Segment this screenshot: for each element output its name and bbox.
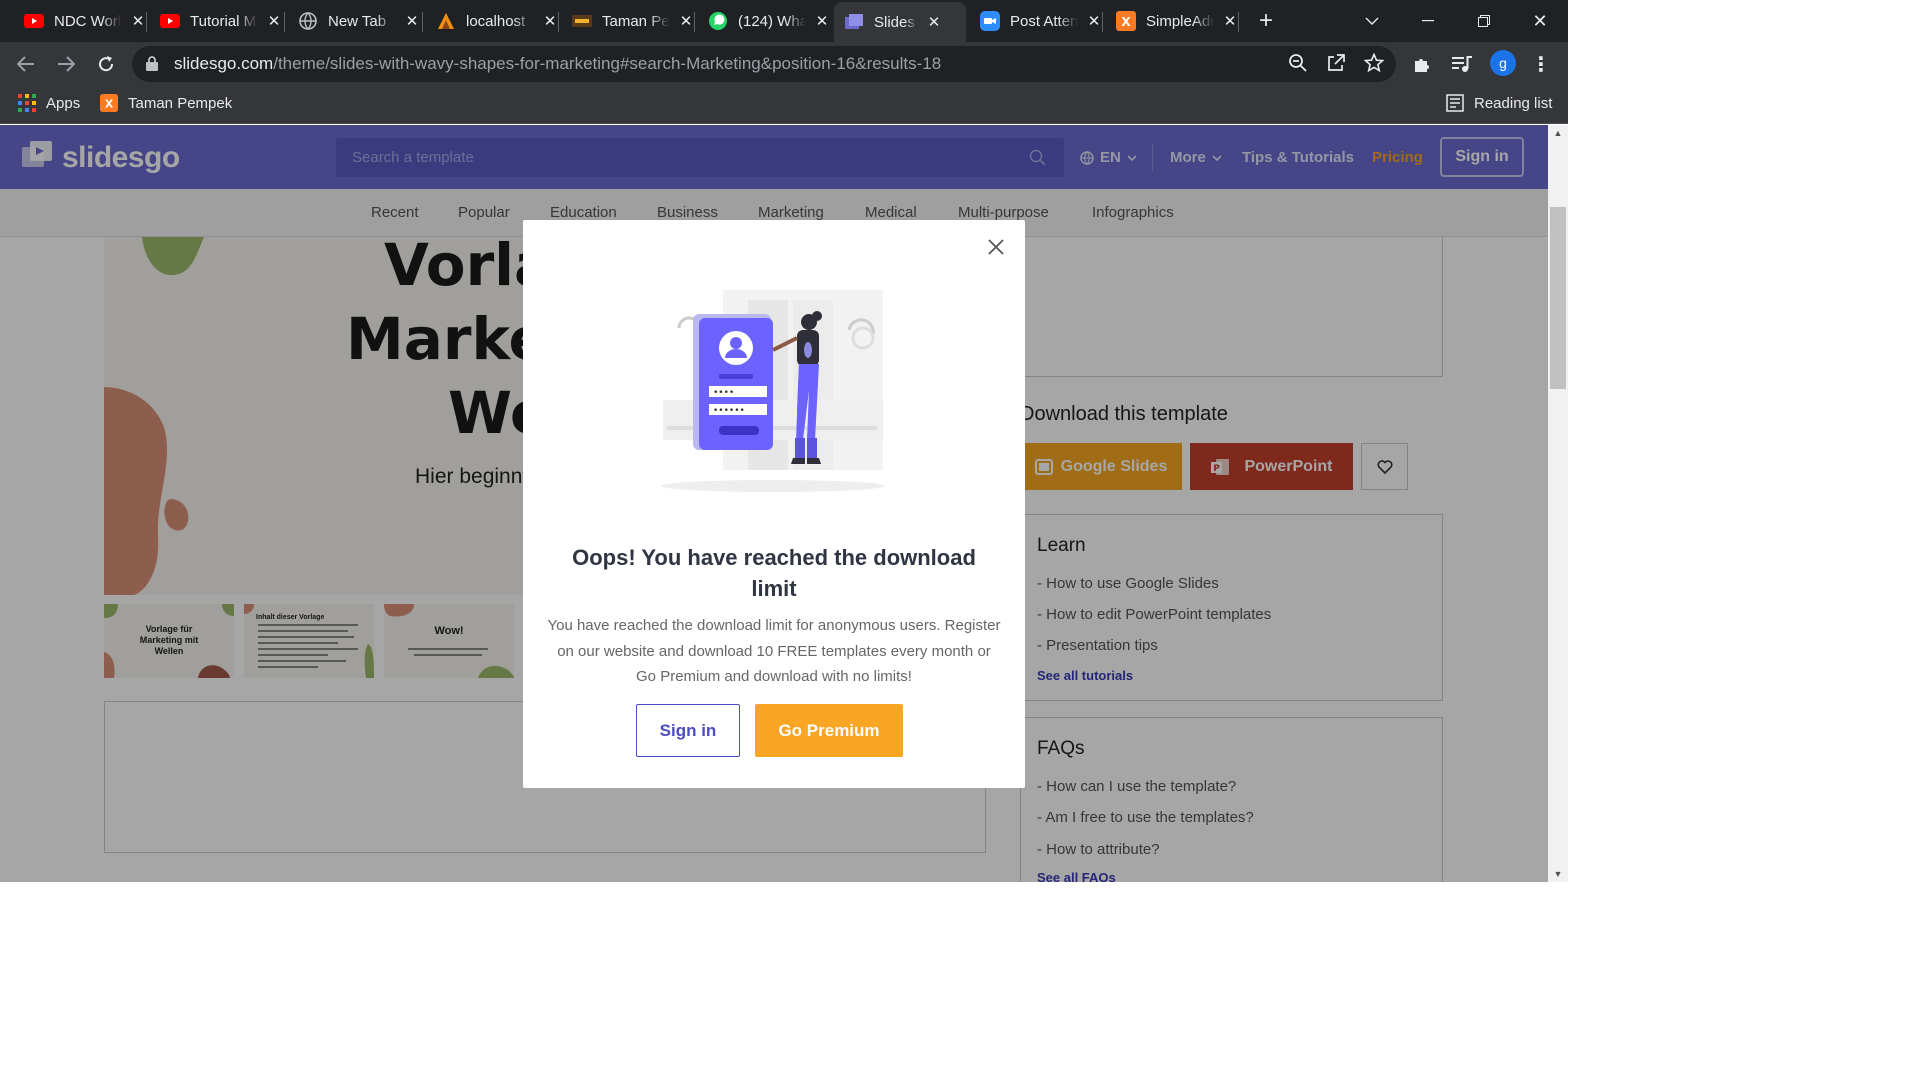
xampp-icon: X xyxy=(1116,11,1136,31)
close-icon[interactable] xyxy=(985,236,1007,258)
modal-sign-in-button[interactable]: Sign in xyxy=(636,704,740,757)
browser-toolbar: slidesgo.com/theme/slides-with-wavy-shap… xyxy=(0,42,1568,86)
restore-icon[interactable] xyxy=(1464,0,1504,42)
scroll-up-icon[interactable]: ▲ xyxy=(1548,125,1568,141)
web-page: slidesgo EN More Tips & Tutorials Pricin… xyxy=(0,125,1548,882)
modal-title: Oops! You have reached the download limi… xyxy=(572,545,976,601)
go-premium-button[interactable]: Go Premium xyxy=(755,704,903,757)
close-tab-icon[interactable]: ✕ xyxy=(814,12,830,30)
profile-avatar[interactable]: g xyxy=(1490,50,1516,76)
close-tab-icon[interactable]: ✕ xyxy=(1222,12,1238,30)
tab-title: Taman Pempek xyxy=(602,12,670,30)
minimize-icon[interactable] xyxy=(1408,0,1448,42)
tab-taman-pempek[interactable]: Taman Pempek ✕ xyxy=(572,0,694,42)
close-tab-icon[interactable]: ✕ xyxy=(926,13,942,31)
download-limit-modal: •••• •••••• Oops! You have reached the d… xyxy=(523,220,1025,788)
zoom-icon xyxy=(980,11,1000,31)
lock-icon xyxy=(146,56,158,76)
url-text: slidesgo.com/theme/slides-with-wavy-shap… xyxy=(174,54,942,73)
reload-icon[interactable] xyxy=(92,50,120,78)
tab-title: SimpleAdmin xyxy=(1146,12,1214,30)
username-field-dots: •••• xyxy=(713,388,734,398)
bookmark-taman-pempek[interactable]: X Taman Pempek xyxy=(100,94,232,112)
address-bar[interactable]: slidesgo.com/theme/slides-with-wavy-shap… xyxy=(132,46,1396,82)
tab-new-tab[interactable]: New Tab ✕ xyxy=(298,0,420,42)
new-tab-icon[interactable]: + xyxy=(1246,0,1286,42)
tab-title: (124) WhatsApp xyxy=(738,12,806,30)
vertical-scrollbar[interactable]: ▲ ▼ xyxy=(1548,125,1568,882)
close-tab-icon[interactable]: ✕ xyxy=(130,12,146,30)
tab-post-attendance[interactable]: Post Attendance ✕ xyxy=(980,0,1102,42)
youtube-icon xyxy=(160,11,180,31)
bookmark-apps[interactable]: Apps xyxy=(18,94,80,112)
tab-title: Post Attendance xyxy=(1010,12,1078,30)
close-tab-icon[interactable]: ✕ xyxy=(266,12,282,30)
bookmark-star-icon[interactable] xyxy=(1363,52,1385,78)
media-control-icon[interactable] xyxy=(1448,50,1476,78)
slidesgo-icon xyxy=(844,12,864,32)
modal-message: You have reached the download limit for … xyxy=(547,617,1001,685)
scroll-down-icon[interactable]: ▼ xyxy=(1548,866,1568,882)
close-tab-icon[interactable]: ✕ xyxy=(404,12,420,30)
localhost-icon xyxy=(436,11,456,31)
chrome-menu-icon[interactable]: ⋮ xyxy=(1527,50,1555,78)
zoom-out-icon[interactable] xyxy=(1288,53,1308,78)
tab-ndc-world[interactable]: NDC World ✕ xyxy=(24,0,146,42)
tab-title: localhost xyxy=(466,12,526,30)
svg-text:X: X xyxy=(1121,15,1131,29)
forward-icon[interactable] xyxy=(52,50,80,78)
tab-slides-active[interactable]: Slides with ✕ xyxy=(834,2,966,42)
xampp-icon: X xyxy=(100,94,118,112)
bookmarks-bar: Apps X Taman Pempek Reading list xyxy=(0,86,1568,124)
tab-strip: NDC World ✕ Tutorial M ✕ New Tab ✕ local… xyxy=(0,0,1568,42)
globe-icon xyxy=(298,11,318,31)
bookmark-label: Taman Pempek xyxy=(128,94,233,112)
tab-title: Slides with xyxy=(874,13,918,31)
bookmark-label: Reading list xyxy=(1474,94,1553,112)
bookmark-label: Apps xyxy=(46,94,81,112)
extensions-icon[interactable] xyxy=(1408,50,1436,78)
site-icon xyxy=(572,11,592,31)
svg-text:X: X xyxy=(105,98,114,111)
close-window-icon[interactable]: ✕ xyxy=(1520,0,1560,42)
tab-title: Tutorial M xyxy=(190,12,257,30)
share-icon[interactable] xyxy=(1326,53,1346,78)
reading-list-icon xyxy=(1446,94,1464,112)
close-tab-icon[interactable]: ✕ xyxy=(542,12,558,30)
tab-search-icon[interactable] xyxy=(1352,0,1392,42)
tab-whatsapp[interactable]: (124) WhatsApp ✕ xyxy=(708,0,830,42)
tab-title: New Tab xyxy=(328,12,387,30)
close-tab-icon[interactable]: ✕ xyxy=(678,12,694,30)
scrollbar-thumb[interactable] xyxy=(1550,207,1566,389)
tab-title: NDC World xyxy=(54,12,122,30)
apps-grid-icon xyxy=(18,94,36,112)
password-field-dots: •••••• xyxy=(713,406,745,416)
close-tab-icon[interactable]: ✕ xyxy=(1086,12,1102,30)
whatsapp-icon xyxy=(708,11,728,31)
back-icon[interactable] xyxy=(12,50,40,78)
tab-localhost[interactable]: localhost ✕ xyxy=(436,0,558,42)
login-illustration: •••• •••••• xyxy=(653,280,903,500)
tab-tutorial[interactable]: Tutorial M ✕ xyxy=(160,0,282,42)
tab-simpleadmin[interactable]: X SimpleAdmin ✕ xyxy=(1116,0,1238,42)
reading-list-button[interactable]: Reading list xyxy=(1446,94,1552,112)
youtube-icon xyxy=(24,11,44,31)
